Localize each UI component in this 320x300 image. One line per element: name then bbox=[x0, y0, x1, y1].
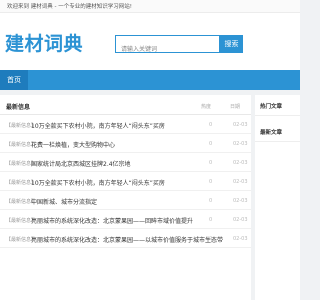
article-date: 02-03 bbox=[233, 179, 248, 185]
list-item[interactable]: 【最新信息】 亮丽城市的系统深化改造：北京蒙果园——回眸市域价值提升 0 02-… bbox=[0, 210, 251, 229]
article-date: 02-03 bbox=[233, 122, 248, 128]
article-date: 02-03 bbox=[233, 198, 248, 204]
panel-title: 最新信息 bbox=[6, 104, 31, 111]
hot-count: 0 bbox=[209, 198, 213, 204]
article-link[interactable]: 10万全款买下农村小院，南方年轻人“闷头东”买房 bbox=[31, 121, 165, 130]
list-item[interactable]: 【最新信息】 国家统计局北京西城区挂牌2.4亿宗地 0 02-03 bbox=[0, 153, 251, 172]
article-link[interactable]: 国家统计局北京西城区挂牌2.4亿宗地 bbox=[31, 159, 131, 168]
hot-count: 0 bbox=[209, 141, 213, 147]
article-link[interactable]: 花费一栏焕植，变大型购物中心 bbox=[31, 140, 115, 149]
hot-count: 0 bbox=[209, 179, 213, 185]
article-link[interactable]: 10万全款买下农村小院，南方年轻人“闷头东”买房 bbox=[31, 178, 165, 187]
search-button[interactable]: 搜索 bbox=[220, 35, 243, 53]
site-logo[interactable]: 建材词典 bbox=[5, 29, 83, 56]
list-item[interactable]: 【最新信息】 亮丽城市的系统深化改造：北京蒙果园——以城市价值服务于城市生态带 … bbox=[0, 229, 251, 248]
sidebar-hot-title: 热门文章 bbox=[260, 104, 283, 110]
hot-count: 0 bbox=[209, 217, 213, 223]
nav-item-home[interactable]: 首页 bbox=[0, 70, 28, 90]
column-header-hot: 热度 bbox=[201, 104, 212, 110]
nav-bar: 首页 bbox=[0, 70, 300, 90]
hot-count: 0 bbox=[209, 236, 213, 242]
hot-count: 0 bbox=[209, 122, 213, 128]
article-date: 02-03 bbox=[233, 236, 248, 242]
article-link[interactable]: 亮丽城市的系统深化改造：北京蒙果园——以城市价值服务于城市生态带 bbox=[31, 235, 223, 244]
panel-header: 最新信息 热度 日期 bbox=[0, 95, 251, 115]
search-box bbox=[115, 35, 220, 58]
article-date: 02-03 bbox=[233, 141, 248, 147]
article-date: 02-03 bbox=[233, 217, 248, 223]
article-link[interactable]: 中国新城、城市分流指定 bbox=[31, 197, 97, 206]
sidebar-divider bbox=[255, 141, 300, 142]
list-item[interactable]: 【最新信息】 10万全款买下农村小院，南方年轻人“闷头东”买房 0 02-03 bbox=[0, 172, 251, 191]
column-header-date: 日期 bbox=[230, 104, 241, 110]
list-item[interactable]: 【最新信息】 花费一栏焕植，变大型购物中心 0 02-03 bbox=[0, 134, 251, 153]
latest-news-panel: 最新信息 热度 日期 【最新信息】 10万全款买下农村小院，南方年轻人“闷头东”… bbox=[0, 95, 251, 300]
sidebar-latest-title: 最新文章 bbox=[260, 130, 283, 136]
site-header: 建材词典 搜索 bbox=[0, 13, 300, 70]
search-input[interactable] bbox=[116, 41, 219, 58]
list-item[interactable]: 【最新信息】 10万全款买下农村小院，南方年轻人“闷头东”买房 0 02-03 bbox=[0, 115, 251, 134]
sidebar-divider bbox=[255, 115, 300, 116]
sidebar: 热门文章 最新文章 bbox=[255, 95, 300, 300]
article-date: 02-03 bbox=[233, 160, 248, 166]
welcome-text: 欢迎来到 建材词典 - 一个专业的建材知识学习网站! bbox=[7, 4, 132, 10]
list-item[interactable]: 【最新信息】 中国新城、城市分流指定 0 02-03 bbox=[0, 191, 251, 210]
article-link[interactable]: 亮丽城市的系统深化改造：北京蒙果园——回眸市域价值提升 bbox=[31, 216, 193, 225]
hot-count: 0 bbox=[209, 160, 213, 166]
top-bar: 欢迎来到 建材词典 - 一个专业的建材知识学习网站! bbox=[0, 0, 300, 13]
